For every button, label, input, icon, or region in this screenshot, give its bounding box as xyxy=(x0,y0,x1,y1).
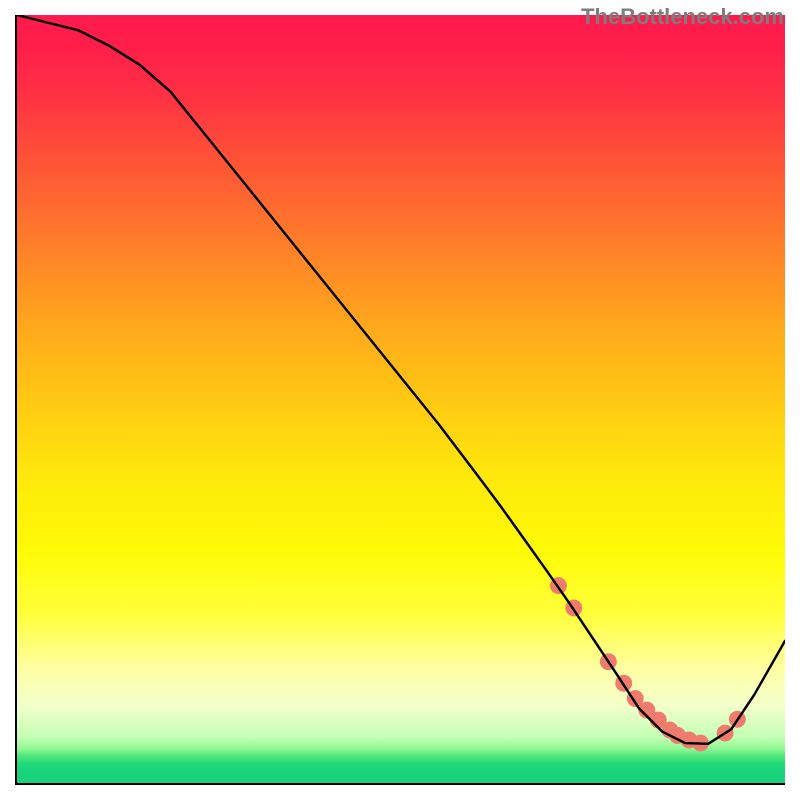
plot-area xyxy=(15,15,785,785)
curve-layer xyxy=(17,15,785,783)
trough-markers xyxy=(550,577,746,751)
chart-container: TheBottleneck.com xyxy=(0,0,800,800)
bottleneck-curve xyxy=(17,15,785,744)
watermark-text: TheBottleneck.com xyxy=(581,4,784,30)
